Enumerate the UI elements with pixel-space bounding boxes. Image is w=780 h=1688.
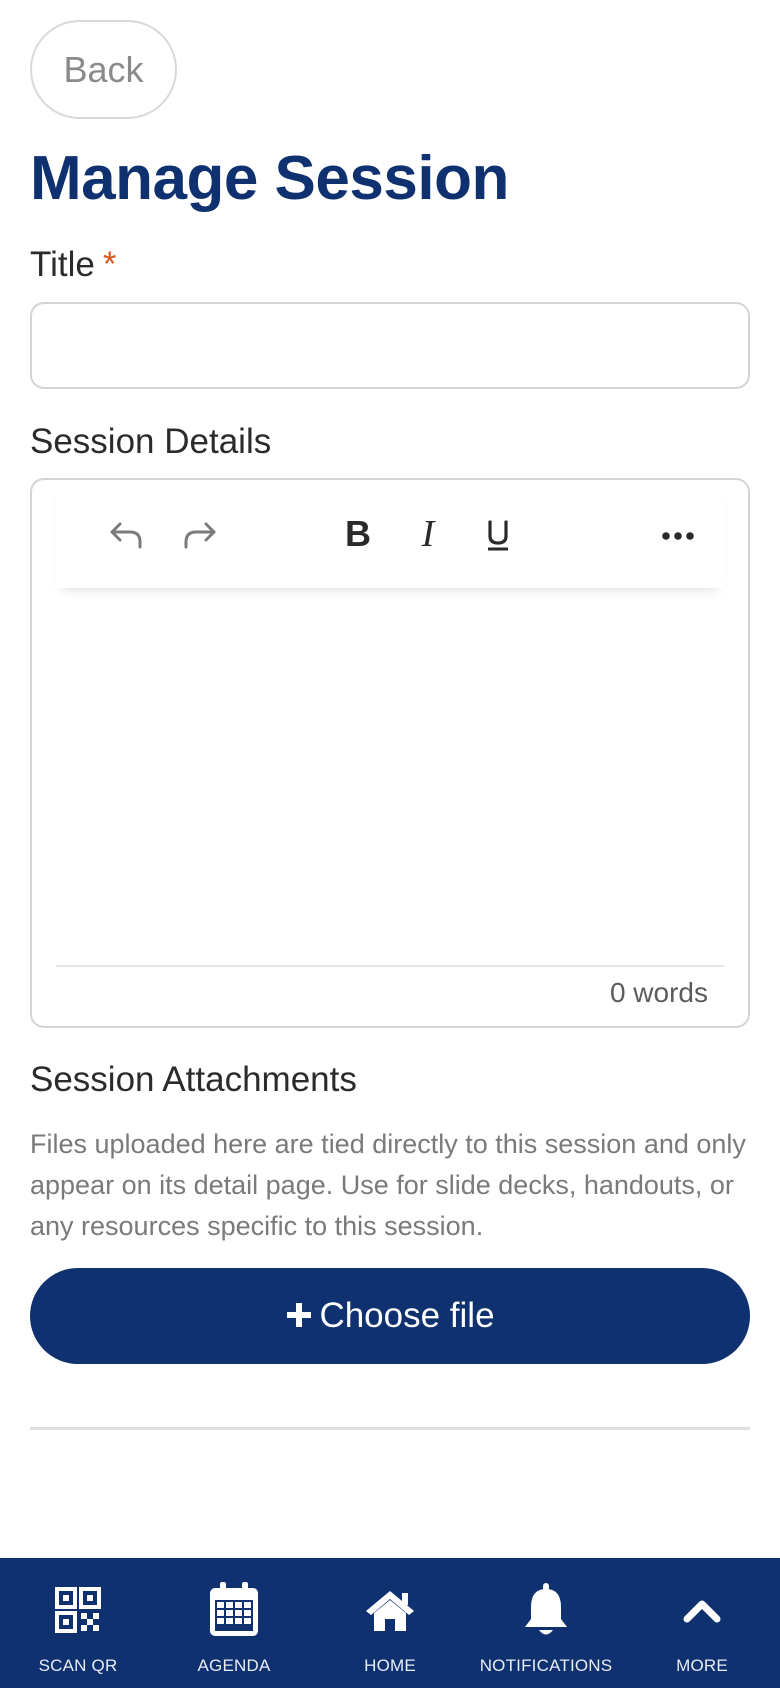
session-attachments-label: Session Attachments <box>30 1060 357 1099</box>
bold-icon[interactable]: B <box>334 510 382 558</box>
redo-icon[interactable] <box>176 510 224 558</box>
choose-file-button[interactable]: Choose file <box>30 1268 750 1364</box>
calendar-icon <box>206 1582 262 1638</box>
nav-label-more: MORE <box>676 1656 728 1675</box>
back-button[interactable]: Back <box>30 20 177 119</box>
session-details-label: Session Details <box>30 422 272 461</box>
nav-item-scan-qr[interactable]: SCAN QR <box>0 1558 156 1688</box>
attachments-help-text: Files uploaded here are tied directly to… <box>30 1129 746 1241</box>
required-marker: * <box>102 245 117 284</box>
choose-file-label: Choose file <box>319 1296 495 1335</box>
underline-icon[interactable] <box>474 510 522 558</box>
qr-code-icon <box>50 1582 106 1638</box>
svg-text:B: B <box>345 514 371 554</box>
bottom-nav: SCAN QR AGENDA HOME NOTIFICATIONS MORE <box>0 1558 780 1688</box>
bell-icon <box>518 1582 574 1638</box>
italic-icon[interactable]: I <box>404 510 452 558</box>
nav-label-notifications: NOTIFICATIONS <box>479 1656 613 1675</box>
page-title: Manage Session <box>30 144 509 213</box>
title-input[interactable] <box>30 302 750 389</box>
home-icon <box>362 1582 418 1638</box>
editor-content-area[interactable] <box>56 592 724 942</box>
nav-label-home: HOME <box>364 1656 416 1675</box>
nav-item-notifications[interactable]: NOTIFICATIONS <box>468 1558 624 1688</box>
editor-divider <box>56 965 724 967</box>
section-divider <box>30 1427 750 1430</box>
more-icon[interactable] <box>654 510 702 558</box>
word-count: 0 words <box>609 977 708 1008</box>
title-label: Title * <box>30 245 116 285</box>
rich-text-editor: B I 0 words <box>30 478 750 1028</box>
nav-item-agenda[interactable]: AGENDA <box>156 1558 312 1688</box>
chevron-up-icon <box>674 1582 730 1638</box>
undo-icon[interactable] <box>102 510 150 558</box>
plus-icon <box>285 1294 313 1339</box>
nav-item-more[interactable]: MORE <box>624 1558 780 1688</box>
svg-text:I: I <box>421 514 437 554</box>
nav-item-home[interactable]: HOME <box>312 1558 468 1688</box>
editor-toolbar: B I <box>56 480 724 588</box>
title-label-text: Title <box>30 245 95 284</box>
nav-label-scan-qr: SCAN QR <box>38 1656 118 1675</box>
nav-label-agenda: AGENDA <box>197 1656 271 1675</box>
manage-session-page: Back Manage Session Title * Session Detai… <box>0 0 780 1688</box>
